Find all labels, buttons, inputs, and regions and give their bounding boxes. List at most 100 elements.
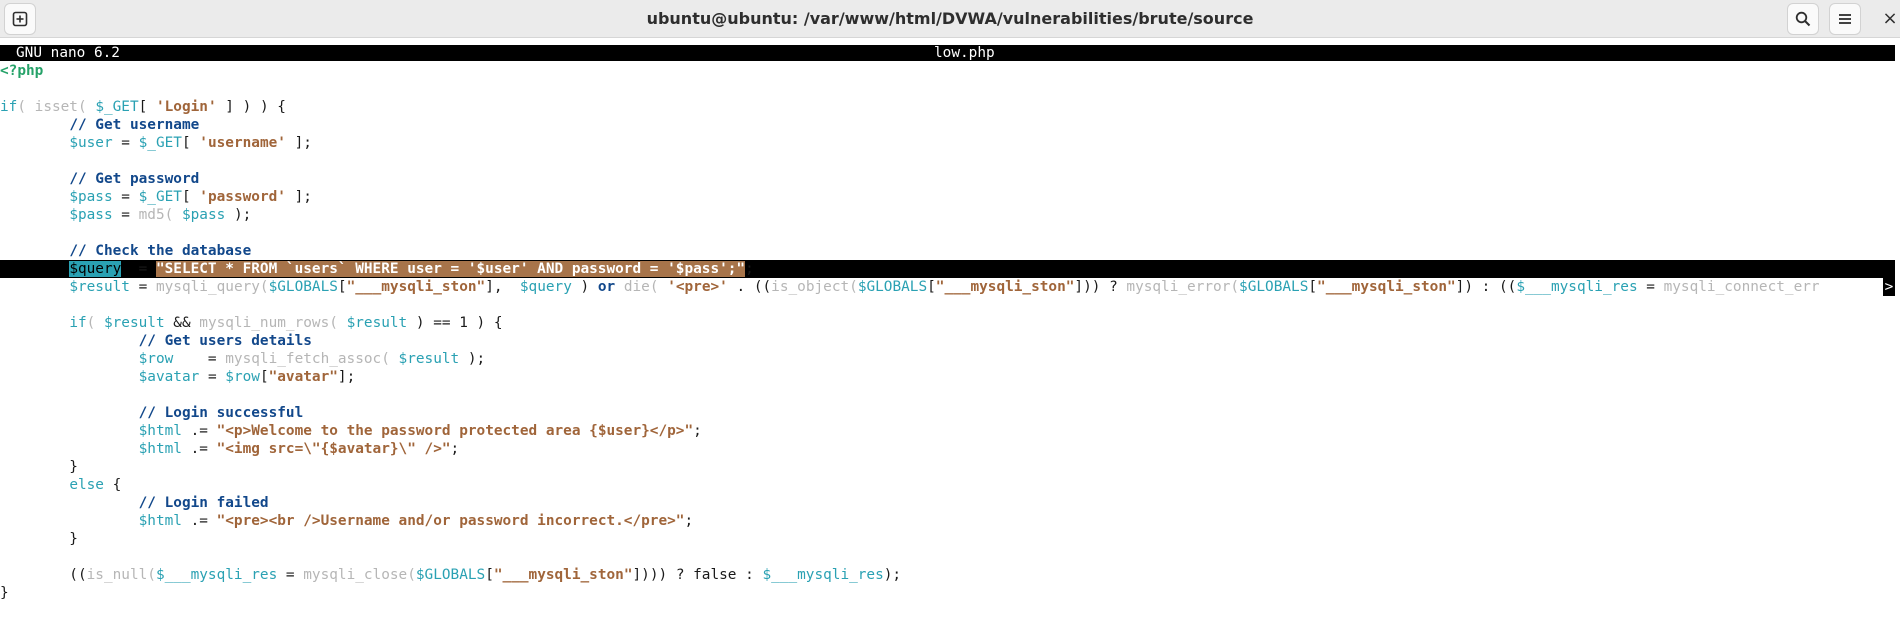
code-token: is_object( [771,279,858,295]
code-line[interactable]: } [0,530,1895,548]
code-token: is_null( [86,567,156,583]
code-token: ]; [337,369,356,385]
code-token: if [0,99,18,115]
code-token: $row [225,369,260,385]
line-overflow-marker: > [1883,278,1895,296]
code-token: mysqli_query( [155,279,269,295]
code-token: ); [883,567,902,583]
code-token: // Get password [69,171,200,187]
code-line[interactable]: $query = "SELECT * FROM `users` WHERE us… [0,260,1895,278]
code-line[interactable]: ((is_null($___mysqli_res = mysqli_close(… [0,566,1895,584]
code-line[interactable] [0,296,1895,314]
code-line[interactable] [0,80,1895,98]
code-token: ); [225,207,252,223]
code-token: mysqli_num_rows( [199,315,347,331]
code-line[interactable] [0,548,1895,566]
code-token: ])) ? [1074,279,1127,295]
code-line[interactable]: // Login successful [0,404,1895,422]
code-token: [ [927,279,936,295]
code-token: = [173,351,226,367]
code-editor[interactable]: <?php if( isset( $_GET[ 'Login' ] ) ) { … [0,62,1895,602]
code-token: [ [181,189,200,205]
search-icon [1795,11,1811,27]
code-token: $___mysqli_res [155,567,278,583]
code-token: ] ) ) { [216,99,286,115]
code-token: '<pre>' [667,279,728,295]
code-line[interactable]: $row = mysqli_fetch_assoc( $result ); [0,350,1895,368]
code-token: $pass [181,207,226,223]
code-line[interactable]: $html .= "<pre><br />Username and/or pas… [0,512,1895,530]
code-token: $_GET [138,135,182,151]
code-line[interactable]: // Check the database [0,242,1895,260]
code-line[interactable]: if( $result && mysqli_num_rows( $result … [0,314,1895,332]
code-line[interactable]: $user = $_GET[ 'username' ]; [0,134,1895,152]
code-token: } [0,531,78,547]
code-line[interactable] [0,386,1895,404]
code-line[interactable] [0,152,1895,170]
code-token: = [112,189,139,205]
code-line[interactable]: $pass = md5( $pass ); [0,206,1895,224]
code-line[interactable]: } [0,584,1895,602]
code-token: $___mysqli_res [1516,279,1638,295]
code-token: $_GET [95,99,139,115]
code-token: ]))) ? false : [632,567,763,583]
code-token: $user [69,135,113,151]
code-token: $___mysqli_res [762,567,884,583]
code-line[interactable] [0,224,1895,242]
code-line[interactable]: if( isset( $_GET[ 'Login' ] ) ) { [0,98,1895,116]
code-token: "avatar" [268,369,338,385]
code-token: = [112,207,139,223]
code-line[interactable]: // Get password [0,170,1895,188]
search-button[interactable] [1787,3,1819,35]
code-line[interactable]: // Login failed [0,494,1895,512]
code-line[interactable]: $avatar = $row["avatar"]; [0,368,1895,386]
menu-button[interactable] [1829,3,1861,35]
code-token: [ [1308,279,1318,295]
code-token: md5( [138,207,182,223]
code-token: mysqli_error( [1126,279,1240,295]
close-window-button[interactable]: × [1880,9,1900,29]
code-line[interactable]: <?php [0,62,1895,80]
code-token: 'password' [199,189,286,205]
code-token: && [164,315,200,331]
code-token: "___mysqli_ston" [493,567,633,583]
code-token: { [103,477,122,493]
code-token: = [112,135,139,151]
code-line[interactable]: } [0,458,1895,476]
code-line[interactable]: else { [0,476,1895,494]
terminal-area[interactable]: GNU nano 6.2 low.php <?php if( isset( $_… [0,39,1900,618]
new-tab-button[interactable] [4,3,36,35]
code-token: die( [623,279,668,295]
code-token: [ [181,135,200,151]
code-token: (( [0,567,87,583]
code-token: .= [181,513,217,529]
code-token: $query [69,261,122,277]
code-token: = [1637,279,1664,295]
code-line[interactable]: $result = mysqli_query($GLOBALS["___mysq… [0,278,1895,296]
code-token: $result [103,315,165,331]
code-token: <?php [0,63,44,79]
code-token: mysqli_fetch_assoc( [225,351,399,367]
code-line[interactable]: // Get users details [0,332,1895,350]
code-token: "<p>Welcome to the password protected ar… [216,423,694,439]
nano-header-bar: GNU nano 6.2 low.php [0,45,1895,61]
code-token: $avatar [138,369,200,385]
code-line[interactable]: $html .= "<img src=\"{$avatar}\" />"; [0,440,1895,458]
code-token: "<img src=\"{$avatar}\" />" [216,441,451,457]
code-token: ( isset( [17,99,96,115]
code-token: } [0,585,9,601]
code-line[interactable]: $pass = $_GET[ 'password' ]; [0,188,1895,206]
code-token: // Get username [69,117,200,133]
code-line[interactable]: $html .= "<p>Welcome to the password pro… [0,422,1895,440]
code-line[interactable]: // Get username [0,116,1895,134]
